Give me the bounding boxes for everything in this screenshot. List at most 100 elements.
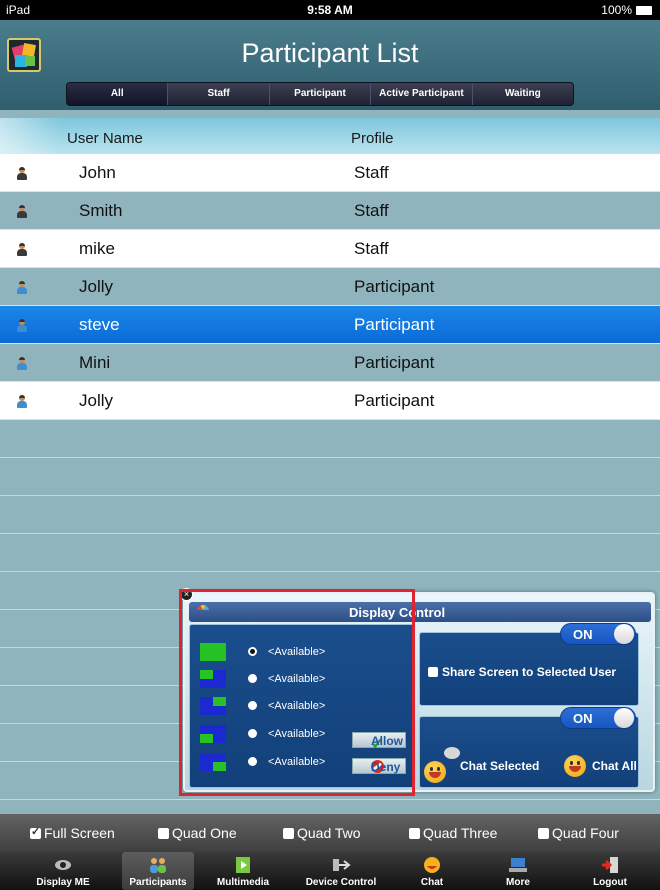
tab-display-me[interactable]: Display ME <box>26 852 100 890</box>
layout-quad-one-icon <box>200 670 226 688</box>
popup-title: Display Control <box>349 605 446 620</box>
multimedia-icon <box>236 857 250 873</box>
filter-tab-all[interactable]: All <box>67 83 169 105</box>
participant-user-icon <box>17 395 27 408</box>
row-user-name: John <box>79 163 116 182</box>
battery-icon <box>636 5 652 15</box>
table-row[interactable]: Jolly Participant <box>0 382 660 420</box>
staff-user-icon <box>17 243 27 256</box>
layout-quad-three-icon <box>200 725 226 743</box>
mode-quad-one[interactable]: Quad One <box>158 825 237 841</box>
share-screen-checkbox[interactable] <box>428 667 438 677</box>
column-header-profile: Profile <box>351 130 394 147</box>
chat-all-icon[interactable] <box>564 755 586 777</box>
eye-icon <box>55 860 71 870</box>
tab-multimedia[interactable]: Multimedia <box>210 852 276 890</box>
filter-tab-staff[interactable]: Staff <box>168 83 270 105</box>
layout-full-icon <box>200 643 226 661</box>
chat-icon <box>424 857 440 873</box>
slot-radio[interactable] <box>248 701 257 710</box>
checkbox-icon[interactable] <box>409 827 420 839</box>
chat-box: ON Chat Selected Chat All <box>419 707 639 788</box>
row-user-name: mike <box>79 239 115 258</box>
filter-tab-active-participant[interactable]: Active Participant <box>371 83 473 105</box>
toggle-knob <box>614 624 634 644</box>
participant-user-icon <box>17 357 27 370</box>
row-profile: Participant <box>354 391 435 410</box>
table-row[interactable]: Jolly Participant <box>0 268 660 306</box>
row-profile: Staff <box>354 239 389 258</box>
row-user-name: steve <box>79 315 120 334</box>
close-icon[interactable]: × <box>180 588 193 601</box>
table-row[interactable]: Mini Participant <box>0 344 660 382</box>
share-screen-toggle[interactable]: ON <box>560 623 636 645</box>
logout-icon <box>602 857 618 873</box>
slot-label: <Available> <box>268 756 326 768</box>
table-row[interactable]: John Staff <box>0 154 660 192</box>
slot-label: <Available> <box>268 700 326 712</box>
slot-radio[interactable] <box>248 647 257 656</box>
tab-logout[interactable]: Logout <box>582 852 638 890</box>
layout-slot[interactable]: <Available> <box>198 670 408 688</box>
layout-slot[interactable]: <Available> <box>198 697 408 715</box>
staff-user-icon <box>17 167 27 180</box>
battery-indicator: 100% <box>601 3 652 17</box>
speech-bubble-icon <box>444 747 460 759</box>
table-row-selected[interactable]: steve Participant <box>0 306 660 344</box>
table-row[interactable]: Smith Staff <box>0 192 660 230</box>
tab-participants[interactable]: Participants <box>122 852 194 890</box>
tab-device-control[interactable]: Device Control <box>296 852 386 890</box>
chat-toggle[interactable]: ON <box>560 707 636 729</box>
row-profile: Staff <box>354 163 389 182</box>
checkbox-icon[interactable] <box>158 827 169 839</box>
row-profile: Participant <box>354 277 435 296</box>
table-header: User Name Profile <box>0 118 660 154</box>
mode-full-screen[interactable]: Full Screen <box>30 825 115 841</box>
layout-quad-two-icon <box>200 697 226 715</box>
chat-selected-icon[interactable] <box>424 747 460 783</box>
slot-radio[interactable] <box>248 674 257 683</box>
tab-chat[interactable]: Chat <box>404 852 460 890</box>
share-chat-panel: ON Share Screen to Selected User ON Chat… <box>419 623 639 788</box>
deny-button[interactable]: Deny <box>352 758 406 774</box>
slot-radio[interactable] <box>248 757 257 766</box>
layout-slot-panel: <Available> <Available> <Available> <Ava… <box>189 624 415 788</box>
toggle-knob <box>614 708 634 728</box>
row-user-name: Jolly <box>79 391 114 410</box>
chat-selected-label[interactable]: Chat Selected <box>460 759 539 773</box>
checkbox-icon[interactable] <box>283 827 294 839</box>
row-user-name: Jolly <box>79 277 114 296</box>
slot-label: <Available> <box>268 673 326 685</box>
battery-percent: 100% <box>601 3 632 17</box>
slot-radio[interactable] <box>248 729 257 738</box>
row-user-name: Smith <box>79 201 123 220</box>
participants-icon <box>150 858 166 873</box>
more-icon <box>509 858 527 872</box>
mode-quad-two[interactable]: Quad Two <box>283 825 361 841</box>
page-title: Participant List <box>241 38 419 68</box>
row-profile: Staff <box>354 201 389 220</box>
chat-all-label[interactable]: Chat All <box>592 759 637 773</box>
device-control-icon <box>333 859 351 871</box>
share-screen-label: Share Screen to Selected User <box>442 665 617 679</box>
participant-user-icon <box>17 319 27 332</box>
row-user-name: Mini <box>79 353 111 372</box>
filter-tab-waiting[interactable]: Waiting <box>473 83 573 105</box>
mode-quad-four[interactable]: Quad Four <box>538 825 619 841</box>
layout-quad-four-icon <box>200 753 226 771</box>
allow-button[interactable]: ✓ Allow <box>352 732 406 753</box>
rainbow-icon <box>197 605 209 615</box>
mode-quad-three[interactable]: Quad Three <box>409 825 497 841</box>
column-header-user-name: User Name <box>67 130 143 147</box>
status-bar: iPad 9:58 AM 100% <box>0 0 660 20</box>
screen-mode-bar: Full Screen Quad One Quad Two Quad Three… <box>0 814 660 852</box>
participant-table: John Staff Smith Staff mike Staff Jolly … <box>0 154 660 420</box>
display-control-popup: × Display Control <Available> <Available… <box>180 588 655 792</box>
checkbox-icon[interactable] <box>30 825 41 839</box>
filter-tab-participant[interactable]: Participant <box>270 83 372 105</box>
layout-slot[interactable]: <Available> <box>198 643 408 661</box>
table-row[interactable]: mike Staff <box>0 230 660 268</box>
checkbox-icon[interactable] <box>538 827 549 839</box>
tab-more[interactable]: More <box>490 852 546 890</box>
row-profile: Participant <box>354 315 435 334</box>
